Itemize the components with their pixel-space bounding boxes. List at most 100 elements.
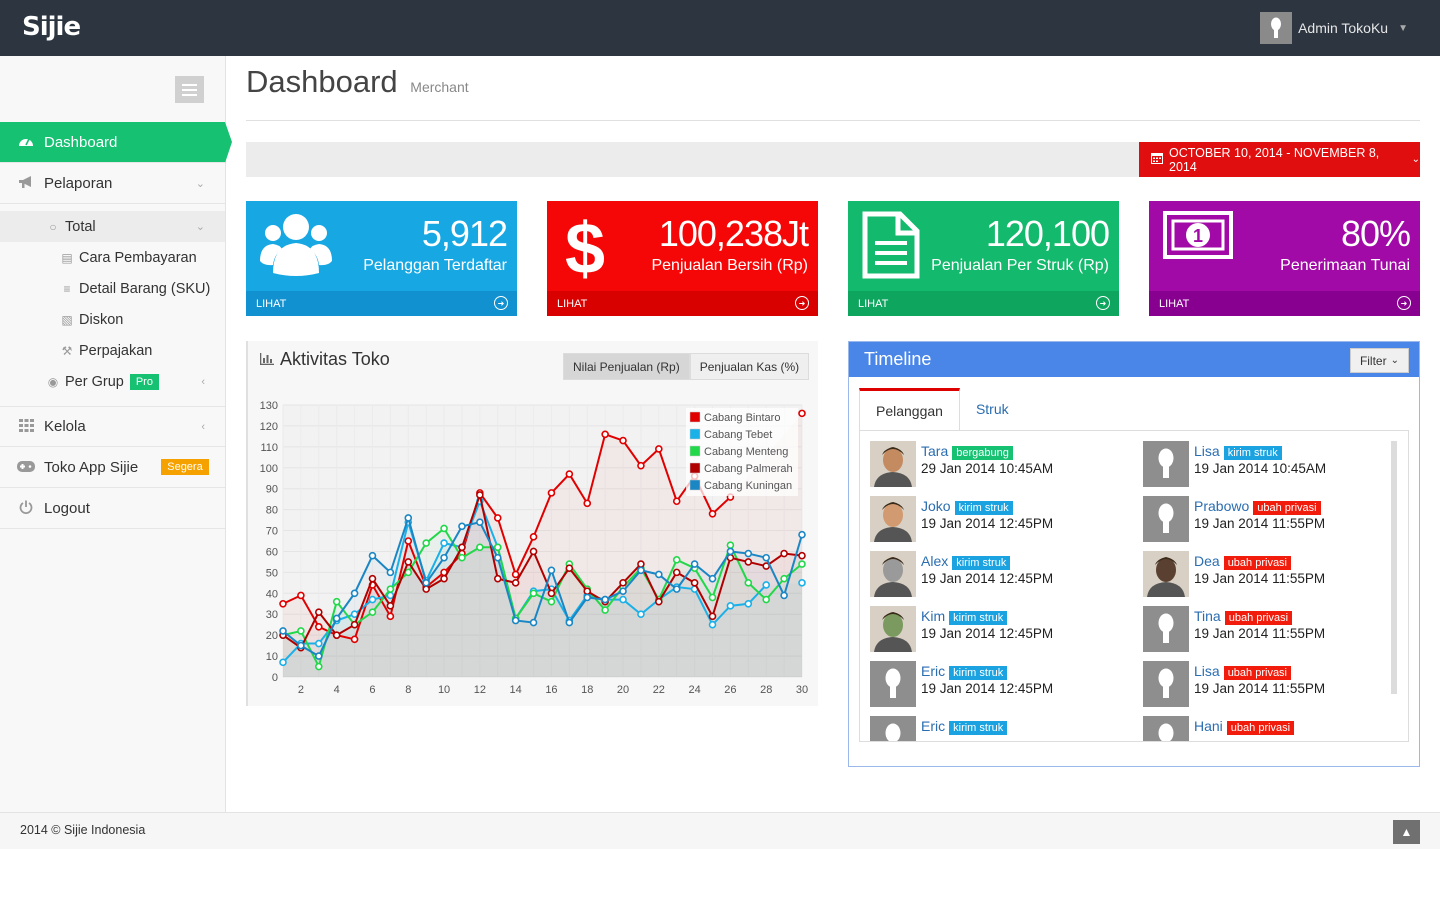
timeline-user-name[interactable]: Hani — [1194, 718, 1223, 734]
timeline-user-name[interactable]: Prabowo — [1194, 498, 1249, 514]
timeline-filter-button[interactable]: Filter ⌄ — [1349, 348, 1409, 373]
default-avatar-icon[interactable] — [870, 661, 916, 707]
sidebar-subitem-per-grup[interactable]: ◉ Per Grup Pro ‹ — [0, 366, 225, 397]
default-avatar-icon[interactable] — [1143, 716, 1189, 741]
data-point — [529, 533, 538, 541]
data-point — [619, 595, 627, 604]
sidebar-subitem-diskon[interactable]: ▧ Diskon — [0, 304, 225, 335]
copyright-text: 2014 © Sijie Indonesia — [20, 823, 146, 837]
data-point — [529, 618, 538, 627]
user-photo[interactable] — [870, 496, 916, 542]
legend-label: Cabang Palmerah — [704, 463, 793, 475]
user-photo[interactable] — [870, 441, 916, 487]
default-avatar-icon[interactable] — [1143, 496, 1189, 542]
date-range-picker[interactable]: OCTOBER 10, 2014 - NOVEMBER 8, 2014 ⌄ — [1139, 142, 1420, 177]
data-point — [386, 602, 395, 610]
timeline-entry: Kim kirim struk 19 Jan 2014 12:45PM — [870, 606, 1110, 652]
timeline-user-name[interactable]: Alex — [921, 553, 948, 569]
x-tick-label: 8 — [405, 684, 411, 696]
stat-penerimaan-tunai[interactable]: 1 80% Penerimaan Tunai LIHAT ➜ — [1149, 201, 1420, 316]
default-avatar-icon[interactable] — [1143, 441, 1189, 487]
timeline-action-tag: kirim struk — [949, 611, 1008, 625]
data-point — [726, 602, 735, 610]
data-point — [458, 553, 466, 562]
scroll-to-top-button[interactable]: ▲ — [1393, 820, 1420, 844]
stat-value: 80% — [1340, 213, 1411, 254]
y-tick-label: 70 — [266, 526, 278, 538]
data-point — [476, 491, 484, 499]
timeline-user-name[interactable]: Joko — [921, 498, 951, 514]
data-point — [708, 593, 717, 602]
timeline-scrollbar[interactable] — [1391, 441, 1397, 694]
sidebar-subitem-cara-pembayaran[interactable]: ▤ Cara Pembayaran — [0, 242, 225, 273]
default-avatar-icon[interactable] — [1143, 606, 1189, 652]
timeline-action-tag: kirim struk — [949, 666, 1008, 680]
stat-penjualan-bersih[interactable]: $100,238Jt Penjualan Bersih (Rp) LIHAT ➜ — [547, 201, 818, 316]
stat-pelanggan-terdaftar[interactable]: 5,912 Pelanggan Terdaftar LIHAT ➜ — [246, 201, 517, 316]
sidebar-subitem-label: Cara Pembayaran — [79, 249, 197, 266]
map-marker-icon: ◉ — [47, 374, 59, 389]
legend-swatch — [689, 428, 701, 440]
sidebar-item-pelaporan[interactable]: Pelaporan ⌄ — [0, 163, 225, 204]
user-menu[interactable]: Admin TokoKu ▼ — [1260, 8, 1408, 48]
data-point — [314, 622, 323, 631]
segera-badge: Segera — [161, 459, 209, 475]
sidebar: Dashboard Pelaporan ⌄ ○ Total ⌄ ▤ Cara P… — [0, 56, 232, 812]
arrow-right-circle-icon: ➜ — [494, 296, 508, 310]
data-point — [762, 553, 771, 562]
timeline-user-name[interactable]: Lisa — [1194, 443, 1220, 459]
user-photo[interactable] — [870, 606, 916, 652]
timeline-user-name[interactable]: Eric — [921, 663, 945, 679]
data-point — [583, 593, 592, 602]
circle-icon: ○ — [49, 219, 57, 234]
data-point — [690, 560, 699, 568]
timeline-user-name[interactable]: Dea — [1194, 553, 1220, 569]
data-point — [493, 574, 502, 583]
stat-label: Penjualan Per Struk (Rp) — [931, 257, 1109, 274]
data-point — [279, 658, 287, 667]
user-photo[interactable] — [870, 551, 916, 597]
stat-footer-link[interactable]: LIHAT ➜ — [547, 291, 818, 316]
timeline-user-name[interactable]: Kim — [921, 608, 945, 624]
timeline-user-name[interactable]: Tina — [1194, 608, 1221, 624]
timeline-entry: Hani ubah privasi — [1143, 716, 1383, 741]
sidebar-toggle-button[interactable] — [175, 76, 204, 103]
timeline-user-name[interactable]: Eric — [921, 718, 945, 734]
default-avatar-icon[interactable] — [870, 716, 916, 741]
x-tick-label: 20 — [617, 684, 629, 696]
stat-footer-link[interactable]: LIHAT ➜ — [848, 291, 1119, 316]
data-point — [404, 558, 413, 566]
sidebar-subitem-perpajakan[interactable]: ⚒ Perpajakan — [0, 335, 225, 366]
timeline-user-name[interactable]: Tara — [921, 443, 948, 459]
sidebar-subitem-detail-barang[interactable]: ≡ Detail Barang (SKU) — [0, 273, 225, 304]
stat-penjualan-per-struk[interactable]: 120,100 Penjualan Per Struk (Rp) LIHAT ➜ — [848, 201, 1119, 316]
segment-nilai-penjualan[interactable]: Nilai Penjualan (Rp) — [563, 353, 690, 380]
data-point — [386, 585, 395, 593]
data-point — [368, 595, 377, 604]
sidebar-item-logout[interactable]: Logout — [0, 488, 225, 529]
sidebar-item-dashboard[interactable]: Dashboard — [0, 122, 232, 163]
sidebar-item-toko-app[interactable]: Toko App Sijie Segera — [0, 447, 225, 488]
timeline-action-tag: kirim struk — [954, 501, 1013, 515]
brand-logo[interactable]: Sijie — [22, 12, 81, 42]
tab-pelanggan[interactable]: Pelanggan — [859, 388, 960, 430]
timeline-entry: Joko kirim struk 19 Jan 2014 12:45PM — [870, 496, 1110, 542]
data-point — [726, 541, 735, 549]
timeline-entry: Tina ubah privasi 19 Jan 2014 11:55PM — [1143, 606, 1383, 652]
data-point — [332, 631, 341, 639]
tab-struk[interactable]: Struk — [960, 388, 1025, 430]
sidebar-subitem-total[interactable]: ○ Total ⌄ — [0, 211, 225, 242]
default-avatar-icon[interactable] — [1143, 661, 1189, 707]
grid-icon — [17, 418, 35, 435]
calendar-icon — [1151, 152, 1163, 167]
users-icon — [260, 211, 332, 282]
user-photo[interactable] — [1143, 551, 1189, 597]
stat-footer-link[interactable]: LIHAT ➜ — [246, 291, 517, 316]
timeline-user-name[interactable]: Lisa — [1194, 663, 1220, 679]
stat-footer-link[interactable]: LIHAT ➜ — [1149, 291, 1420, 316]
chart-panel-title: Aktivitas Toko — [260, 349, 390, 370]
sidebar-item-label: Kelola — [44, 418, 86, 435]
data-point — [386, 568, 395, 577]
segment-penjualan-kas[interactable]: Penjualan Kas (%) — [689, 353, 810, 380]
sidebar-item-kelola[interactable]: Kelola ‹ — [0, 406, 225, 447]
